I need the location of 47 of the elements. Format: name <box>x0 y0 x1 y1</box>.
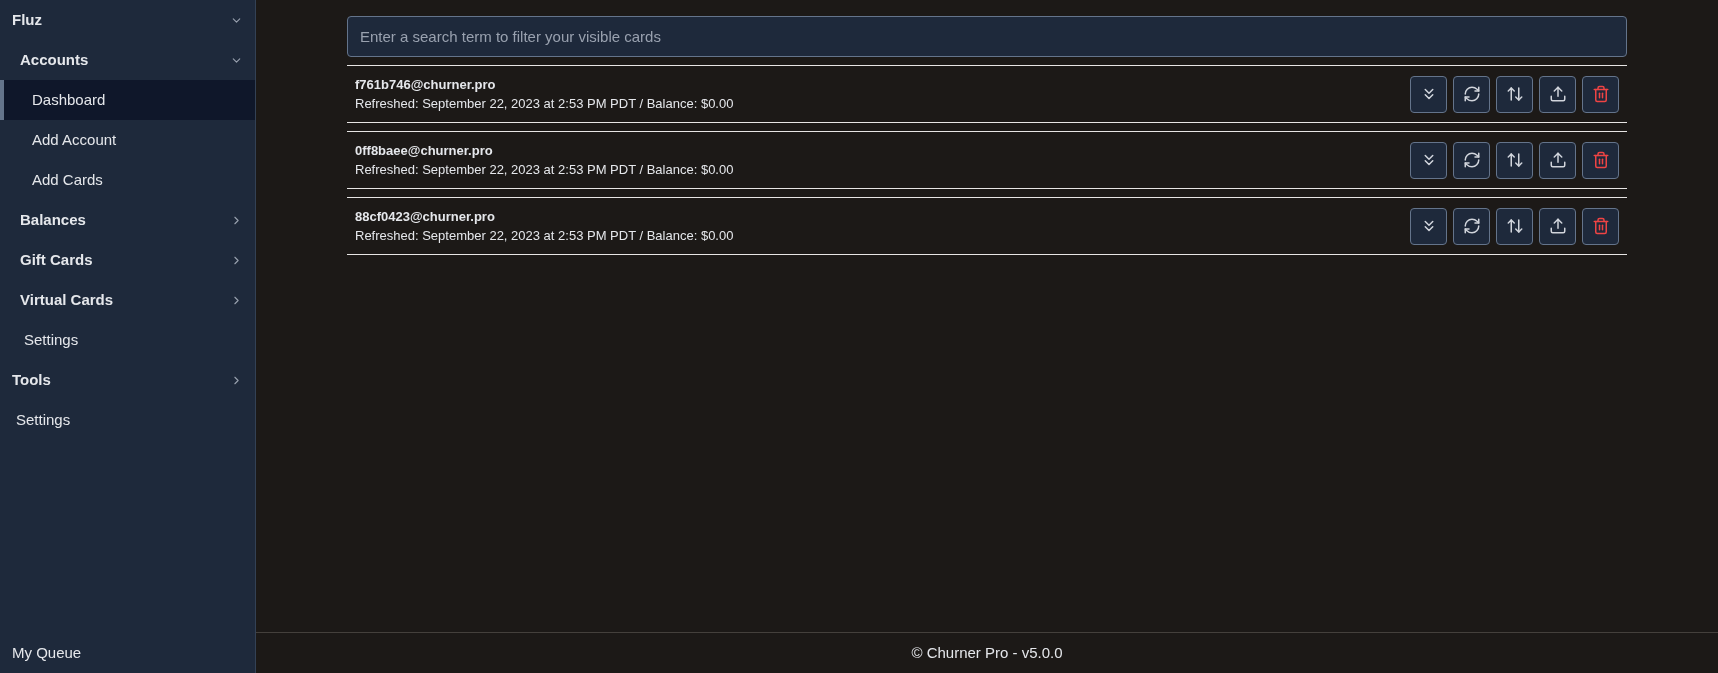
transfer-button[interactable] <box>1496 75 1533 113</box>
menu-item[interactable]: Dashboard <box>0 80 255 120</box>
account-email: f761b746@churner.pro <box>355 75 497 94</box>
trash-icon <box>1591 151 1610 169</box>
delete-button[interactable] <box>1582 141 1619 179</box>
menu-group[interactable]: Virtual Cards <box>0 280 255 320</box>
refresh-button[interactable] <box>1453 141 1490 179</box>
refresh-icon <box>1462 151 1481 169</box>
up-down-arrows-icon <box>1505 85 1524 103</box>
up-down-arrows-icon <box>1505 217 1524 235</box>
expand-button[interactable] <box>1410 75 1447 113</box>
transfer-button[interactable] <box>1496 141 1533 179</box>
upload-icon <box>1548 85 1567 103</box>
menu-group[interactable]: Fluz <box>0 0 255 40</box>
upload-icon <box>1548 217 1567 235</box>
trash-icon <box>1591 85 1610 103</box>
trash-icon <box>1591 217 1610 235</box>
up-down-arrows-icon <box>1505 151 1524 169</box>
upload-button[interactable] <box>1539 207 1576 245</box>
footer-text: © Churner Pro - v5.0.0 <box>911 642 1063 663</box>
menu-item[interactable]: Add Account <box>0 120 255 160</box>
account-status: Refreshed: September 22, 2023 at 2:53 PM PDT / Balance: $0.00 <box>355 161 734 179</box>
menu-item[interactable]: My Queue <box>0 633 255 673</box>
search-field[interactable]: Enter a search term to filter your visible cards <box>347 16 1627 57</box>
refresh-icon <box>1462 217 1481 235</box>
account-email: 0ff8baee@churner.pro <box>355 141 494 160</box>
expand-button[interactable] <box>1410 207 1447 245</box>
refresh-button[interactable] <box>1453 207 1490 245</box>
upload-button[interactable] <box>1539 141 1576 179</box>
account-status: Refreshed: September 22, 2023 at 2:53 PM PDT / Balance: $0.00 <box>355 95 734 113</box>
account-email: 88cf0423@churner.pro <box>355 207 496 226</box>
upload-button[interactable] <box>1539 75 1576 113</box>
menu-item[interactable]: Settings <box>0 320 255 360</box>
menu-group[interactable]: Tools <box>0 360 255 400</box>
delete-button[interactable] <box>1582 207 1619 245</box>
upload-icon <box>1548 151 1567 169</box>
expand-button[interactable] <box>1410 141 1447 179</box>
refresh-icon <box>1462 85 1481 103</box>
menu-item[interactable]: Add Cards <box>0 160 255 200</box>
transfer-button[interactable] <box>1496 207 1533 245</box>
menu-item[interactable]: Settings <box>0 400 255 440</box>
account-status: Refreshed: September 22, 2023 at 2:53 PM PDT / Balance: $0.00 <box>355 227 734 245</box>
menu-group[interactable]: Accounts <box>0 40 255 80</box>
menu-group[interactable]: Gift Cards <box>0 240 255 280</box>
menu-group[interactable]: Balances <box>0 200 255 240</box>
refresh-button[interactable] <box>1453 75 1490 113</box>
delete-button[interactable] <box>1582 75 1619 113</box>
